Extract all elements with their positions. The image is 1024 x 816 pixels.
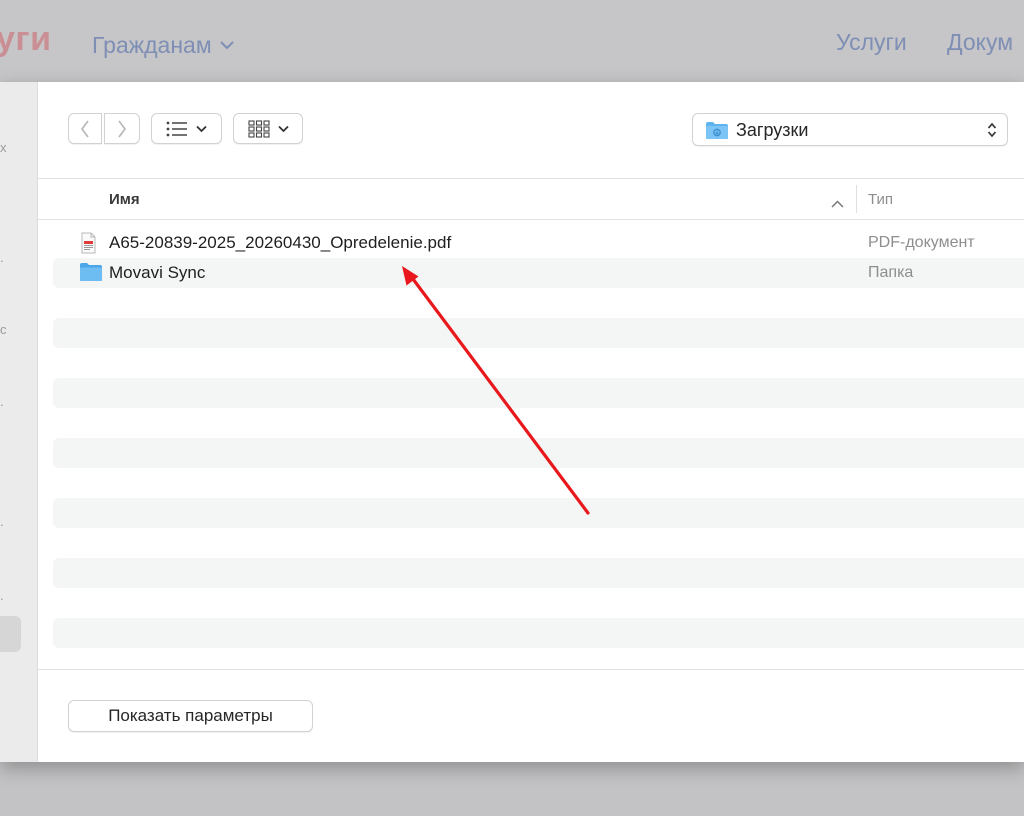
empty-row bbox=[53, 498, 1024, 528]
forward-button[interactable] bbox=[104, 113, 140, 144]
file-row[interactable]: A65-20839-2025_20260430_Opredelenie.pdf … bbox=[53, 228, 1024, 258]
grid-view-button[interactable] bbox=[233, 113, 303, 144]
file-type: PDF-документ bbox=[868, 234, 975, 251]
file-row[interactable]: Movavi Sync Папка bbox=[53, 258, 1024, 288]
footer-divider bbox=[38, 669, 1024, 670]
empty-row bbox=[53, 528, 1024, 558]
back-button[interactable] bbox=[68, 113, 102, 144]
column-header-row: Имя Тип bbox=[38, 178, 1024, 220]
nav-services[interactable]: Услуги bbox=[836, 29, 907, 56]
folder-icon bbox=[79, 262, 103, 287]
show-options-button[interactable]: Показать параметры bbox=[68, 700, 313, 732]
grid-icon bbox=[248, 119, 270, 138]
updown-chevron-icon bbox=[987, 122, 997, 143]
empty-row bbox=[53, 558, 1024, 588]
location-label: Загрузки bbox=[736, 120, 809, 140]
chevron-right-icon bbox=[117, 120, 127, 138]
chevron-left-icon bbox=[80, 120, 90, 138]
sidebar-glyph: с bbox=[0, 322, 7, 337]
empty-row bbox=[53, 588, 1024, 618]
empty-row bbox=[53, 408, 1024, 438]
empty-row bbox=[53, 288, 1024, 318]
sidebar-glyph: . bbox=[0, 588, 4, 603]
empty-row bbox=[53, 378, 1024, 408]
column-header-name[interactable]: Имя bbox=[109, 191, 140, 208]
file-name: A65-20839-2025_20260430_Opredelenie.pdf bbox=[109, 233, 452, 252]
background-site-header: уги Гражданам Услуги Докум bbox=[0, 0, 1024, 82]
file-type: Папка bbox=[868, 264, 914, 281]
sidebar-glyph: x bbox=[0, 140, 7, 155]
empty-row bbox=[53, 468, 1024, 498]
nav-citizens-label: Гражданам bbox=[92, 32, 212, 58]
chevron-down-icon bbox=[219, 29, 234, 56]
sort-ascending-icon[interactable] bbox=[831, 195, 844, 213]
column-header-type[interactable]: Тип bbox=[868, 191, 893, 208]
file-name: Movavi Sync bbox=[109, 263, 206, 282]
downloads-folder-icon bbox=[705, 121, 729, 145]
empty-row bbox=[53, 318, 1024, 348]
column-divider[interactable] bbox=[856, 185, 857, 213]
nav-documents[interactable]: Докум bbox=[947, 29, 1013, 56]
list-icon bbox=[166, 121, 188, 137]
empty-row bbox=[53, 438, 1024, 468]
chevron-down-icon bbox=[278, 125, 289, 133]
location-popup[interactable]: Загрузки bbox=[692, 113, 1008, 146]
file-list: A65-20839-2025_20260430_Opredelenie.pdf … bbox=[53, 228, 1024, 648]
sidebar-glyph: . bbox=[0, 394, 4, 409]
nav-citizens[interactable]: Гражданам bbox=[92, 29, 234, 59]
sidebar-glyph: . bbox=[0, 250, 4, 265]
sidebar-glyph: . bbox=[0, 514, 4, 529]
file-open-dialog: x . с . . . Загрузки Имя Тип A65-20839-2… bbox=[0, 82, 1024, 762]
empty-row bbox=[53, 618, 1024, 648]
background-page-bottom bbox=[0, 762, 1024, 816]
list-view-button[interactable] bbox=[151, 113, 222, 144]
dialog-content: Загрузки Имя Тип A65-20839-2025_20260430… bbox=[38, 82, 1024, 762]
dialog-sidebar: x . с . . . bbox=[0, 82, 38, 762]
chevron-down-icon bbox=[196, 125, 207, 133]
sidebar-selected-item[interactable] bbox=[0, 616, 21, 652]
pdf-file-icon bbox=[79, 232, 97, 259]
empty-row bbox=[53, 348, 1024, 378]
site-logo: уги bbox=[0, 20, 52, 58]
